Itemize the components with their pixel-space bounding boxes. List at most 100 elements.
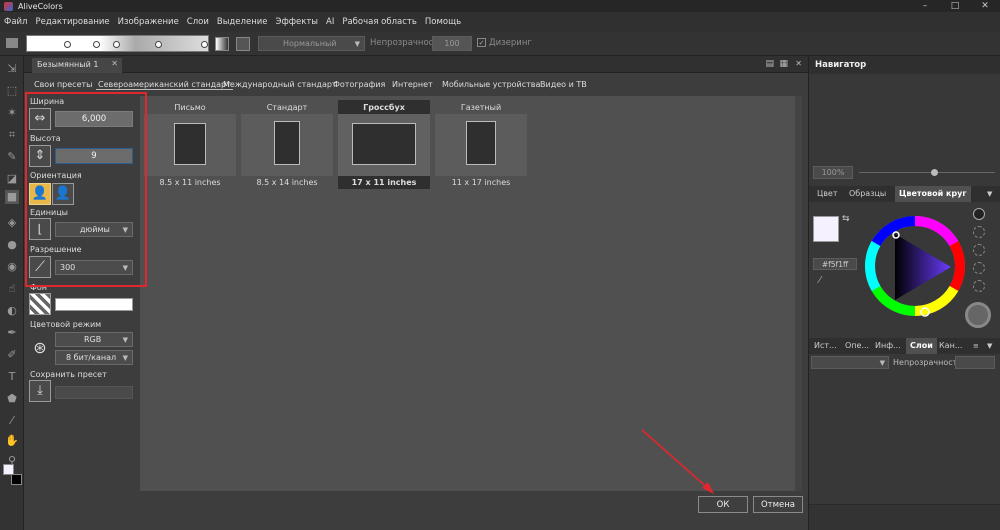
panel-menu-icon[interactable]: ≡ [973,338,979,354]
tab-layers[interactable]: Слои [906,338,937,354]
tab-color-wheel[interactable]: Цветовой круг [895,186,971,202]
smudge-tool-icon[interactable]: ☝ [5,282,19,296]
minimize-button[interactable]: – [910,0,940,12]
tab-info[interactable]: Инф... [875,338,901,354]
preset-card-ledger[interactable]: Гроссбух 17 x 11 inches [338,100,430,192]
cancel-button-label: Отмена [760,499,796,510]
preset-card-tabloid[interactable]: Газетный 11 x 17 inches [435,100,527,192]
swap-colors-icon[interactable]: ⇆ [842,214,850,224]
chevron-down-icon: ▼ [354,39,360,48]
harmony-mode-icon[interactable] [973,262,985,274]
gradient-mode-icon[interactable] [236,37,250,51]
pen-tool-icon[interactable]: ✒ [5,326,19,340]
layer-blend-select[interactable]: ▼ [811,356,889,369]
panel-menu-icon[interactable]: ▼ [987,186,992,202]
close-document-icon[interactable]: ✕ [795,59,802,68]
save-preset-icon[interactable]: ⤓ [29,380,51,402]
wheel-mode-icon[interactable] [973,208,985,220]
preset-grid-scrollbar[interactable] [795,96,802,491]
tab-photo[interactable]: Фотография [333,80,385,89]
fill-tool-icon[interactable]: ◈ [5,216,19,230]
harmony-mode-icon[interactable] [973,226,985,238]
highlight-box [25,92,147,287]
crop-tool-icon[interactable]: ⌗ [5,128,19,142]
close-button[interactable]: ✕ [970,0,1000,12]
gradient-type-icon[interactable] [215,37,229,51]
navigator-title: Навигатор [815,60,867,70]
menu-select[interactable]: Выделение [217,17,268,27]
ok-button[interactable]: ОК [698,496,748,513]
navigator-preview [809,74,1000,164]
menu-edit[interactable]: Редактирование [35,17,109,27]
tab-international[interactable]: Международный стандарт [223,80,337,89]
marquee-tool-icon[interactable]: ⬚ [5,84,19,98]
color-preview-icon[interactable] [965,302,991,328]
document-tab[interactable]: Безымянный 1 ✕ [32,58,122,73]
bit-depth-select[interactable]: 8 бит/канал ▼ [55,350,133,365]
zoom-slider-handle[interactable] [931,169,938,176]
brush-tool-icon[interactable]: ✎ [5,150,19,164]
tab-north-american[interactable]: Североамериканский стандарт [96,80,233,90]
tab-swatches[interactable]: Образцы [849,186,886,202]
ok-button-label: ОК [716,499,730,510]
menu-help[interactable]: Помощь [425,17,461,27]
close-tab-icon[interactable]: ✕ [111,59,118,68]
pencil-tool-icon[interactable]: ✐ [5,348,19,362]
menu-ai[interactable]: AI [326,17,334,27]
harmony-mode-icon[interactable] [973,244,985,256]
hex-input[interactable]: #f5f1ff [813,258,857,270]
annotation-arrow [641,429,714,494]
gradient-preview[interactable] [26,35,209,52]
page-shape [466,121,496,165]
tile-documents-icon[interactable]: ▦ [779,59,788,69]
menu-workspace[interactable]: Рабочая область [342,17,417,27]
shape-tool-icon[interactable]: ⬟ [5,392,19,406]
text-tool-icon[interactable]: T [5,370,19,384]
tab-channels[interactable]: Кан... [939,338,962,354]
move-tool-icon[interactable]: ⇲ [5,62,19,76]
preset-name-input[interactable] [55,386,133,399]
magic-wand-icon[interactable]: ✶ [5,106,19,120]
tab-operations[interactable]: Опе... [845,338,869,354]
tab-mobile[interactable]: Мобильные устройства [442,80,540,89]
background-type-icon[interactable] [29,293,51,315]
eyedropper-icon[interactable]: ⁄ [819,275,821,286]
hand-tool-icon[interactable]: ✋ [5,434,19,448]
cancel-button[interactable]: Отмена [753,496,803,513]
menu-layers[interactable]: Слои [187,17,209,27]
menu-file[interactable]: Файл [4,17,27,27]
bit-depth-select-value: 8 бит/канал [66,353,117,362]
document-tab-title: Безымянный 1 [37,60,99,69]
opacity-field[interactable]: 100 [432,36,472,51]
color-mode-select[interactable]: RGB ▼ [55,332,133,347]
tab-color[interactable]: Цвет [817,186,838,202]
preset-thumbnail [435,114,527,176]
dither-checkbox[interactable]: ✓ [477,38,486,47]
background-color-swatch[interactable] [11,474,22,485]
tab-internet[interactable]: Интернет [392,80,433,89]
eraser-tool-icon[interactable]: ◪ [5,172,19,186]
preset-card-legal[interactable]: Стандарт 8.5 x 14 inches [241,100,333,192]
layer-opacity-field[interactable] [955,356,995,369]
dodge-tool-icon[interactable]: ◐ [5,304,19,318]
tab-video-tv[interactable]: Видео и ТВ [540,80,587,89]
preset-card-letter[interactable]: Письмо 8.5 x 11 inches [144,100,236,192]
harmony-mode-icon[interactable] [973,280,985,292]
blend-mode-select[interactable]: Нормальный ▼ [258,36,365,51]
new-document-icon[interactable]: ▤ [765,59,774,69]
maximize-button[interactable]: □ [940,0,970,12]
blur-tool-icon[interactable]: ● [5,238,19,252]
tab-history[interactable]: Ист... [814,338,837,354]
stamp-tool-icon[interactable]: ◉ [5,260,19,274]
gradient-tool-active-icon[interactable]: ■ [5,190,19,204]
tab-custom-presets[interactable]: Свои пресеты [34,80,92,89]
panel-collapse-icon[interactable]: ▼ [987,338,992,354]
menu-image[interactable]: Изображение [118,17,179,27]
menu-effects[interactable]: Эффекты [276,17,319,27]
zoom-select[interactable]: 100% [813,166,853,179]
color-wheel[interactable] [863,214,967,318]
zoom-slider[interactable] [859,172,995,173]
background-color-field[interactable] [55,298,133,311]
eyedropper-tool-icon[interactable]: ⁄ [5,414,19,428]
foreground-color-swatch[interactable] [813,216,839,242]
